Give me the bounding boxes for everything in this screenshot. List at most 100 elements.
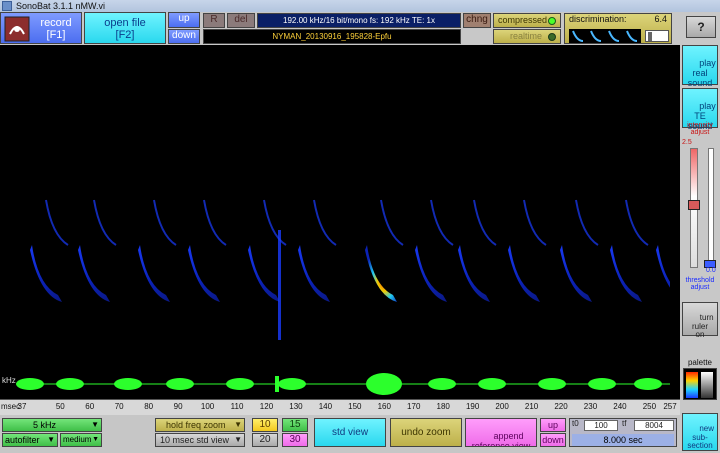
realtime-toggle[interactable]: realtime [493, 29, 561, 44]
harmonic-trace [625, 199, 649, 246]
tf-field[interactable]: 8004 [634, 420, 674, 431]
record-button[interactable]: record [F1] [0, 12, 82, 44]
turn-ruler-on-button[interactable]: turn ruler on [682, 302, 718, 339]
hold-freq-zoom-select[interactable]: hold freq zoom ▼ [155, 418, 245, 432]
palette-icon[interactable] [683, 368, 717, 400]
append-reference-label: append reference view [471, 430, 531, 447]
zoom-30-label: 30 [289, 434, 301, 445]
up-button[interactable]: up [168, 12, 200, 28]
compressed-toggle[interactable]: compressed [493, 13, 561, 28]
spectrogram-plot[interactable] [22, 50, 670, 412]
help-label: ? [697, 20, 705, 34]
x-tick-label: 60 [85, 402, 95, 411]
envelope-blob [114, 378, 142, 390]
harmonic-trace [473, 199, 497, 246]
envelope-blob [56, 378, 84, 390]
x-tick-label: 257 [663, 402, 677, 411]
freq-scale-select[interactable]: 5 kHz ▼ [2, 418, 102, 432]
time-range-panel: t0 100 tf 8004 8.000 sec [569, 418, 677, 447]
zoom-20-label: 20 [259, 434, 271, 445]
t0-field[interactable]: 100 [584, 420, 618, 431]
duration-display: 8.000 sec [572, 434, 674, 446]
r-button[interactable]: R [203, 13, 225, 28]
up-ref-button[interactable]: up [540, 418, 566, 432]
zoom-10-button[interactable]: 10 [252, 418, 278, 432]
envelope-blob [16, 378, 44, 390]
std-view-button[interactable]: std view [314, 418, 386, 447]
down-label: down [172, 30, 196, 41]
record-label: record [F1] [40, 17, 72, 42]
noise-column [278, 230, 281, 340]
slider-knob-icon[interactable] [688, 200, 700, 210]
intensity-max: 2.5 [682, 139, 692, 146]
chevron-down-icon: ▼ [234, 435, 242, 444]
undo-zoom-button[interactable]: undo zoom [390, 418, 462, 447]
up-label: up [178, 13, 190, 24]
spectrogram-panel[interactable] [0, 45, 680, 405]
bat-call-pulse [298, 245, 330, 302]
x-tick-label: 70 [114, 402, 124, 411]
r-label: R [210, 14, 218, 25]
threshold-value: 0.0 [706, 267, 716, 274]
autofilter-value: autofilter [5, 435, 40, 445]
x-tick-label: 90 [173, 402, 183, 411]
zoom-15-button[interactable]: 15 [282, 418, 308, 432]
t0-label: t0 [572, 419, 579, 428]
wave-icon[interactable] [569, 29, 641, 43]
zoom-15-label: 15 [289, 419, 301, 430]
del-button[interactable]: del [227, 13, 255, 28]
chevron-down-icon: ▼ [234, 420, 242, 429]
play-real-sound-button[interactable]: play real sound [682, 45, 718, 88]
bat-call-pulse [656, 245, 670, 288]
x-tick-label: 50 [55, 402, 65, 411]
autofilter-select[interactable]: autofilter ▼ [2, 433, 58, 447]
amplitude-envelope[interactable]: kHz [0, 372, 680, 397]
compressed-led-icon [548, 17, 556, 25]
chng-button[interactable]: chng [463, 13, 491, 28]
harmonic-trace [203, 199, 227, 246]
std-view-select[interactable]: 10 msec std view ▼ [155, 433, 245, 447]
help-button[interactable]: ? [686, 16, 716, 38]
chevron-down-icon: ▼ [47, 435, 55, 444]
app-icon [2, 1, 12, 11]
file-info-display: 192.00 kHz/16 bit/mono fs: 192 kHz TE: 1… [257, 13, 461, 28]
file-info-text: 192.00 kHz/16 bit/mono fs: 192 kHz TE: 1… [283, 16, 435, 25]
bat-call-pulse [560, 245, 592, 302]
x-tick-label: 160 [377, 402, 391, 411]
x-tick-label: 120 [259, 402, 274, 411]
bat-call-pulse [78, 245, 110, 302]
down-ref-label: down [542, 435, 564, 445]
down-ref-button[interactable]: down [540, 433, 566, 447]
bat-call-pulse [508, 245, 540, 302]
intensity-slider[interactable] [684, 148, 716, 268]
discrimination-panel: discrimination: 6.4 [564, 13, 672, 44]
harmonic-trace [153, 199, 177, 246]
append-reference-view-button[interactable]: append reference view [465, 418, 537, 447]
chevron-down-icon: ▼ [91, 420, 99, 429]
tf-label: tf [622, 419, 627, 428]
discrimination-slider[interactable] [645, 30, 669, 42]
zoom-20-button[interactable]: 20 [252, 433, 278, 447]
envelope-blob [366, 373, 402, 395]
open-file-button[interactable]: open file [F2] [84, 12, 166, 44]
new-subsection-button[interactable]: new sub- section [682, 413, 718, 451]
realtime-label: realtime [510, 31, 543, 41]
threshold-label: threshold adjust [685, 277, 715, 292]
envelope-blob [538, 378, 566, 390]
title-bar: SonoBat 3.1.1 nMW.vi [0, 0, 720, 12]
down-button[interactable]: down [168, 29, 200, 44]
up-ref-label: up [547, 420, 558, 430]
turn-ruler-label: turn ruler on [691, 312, 714, 340]
harmonic-trace [45, 199, 69, 246]
envelope-blob [634, 378, 662, 390]
filter-level-select[interactable]: medium ▼ [60, 433, 102, 447]
bat-call-pulse [458, 245, 490, 302]
discrimination-value: 6.4 [654, 14, 667, 24]
x-axis: msec 37 50 60 70 80 90 100 110 120 130 140 150 160 17… [0, 399, 680, 415]
bat-call-pulse [610, 245, 642, 302]
x-tick-label: 190 [465, 402, 480, 411]
bat-call-pulse [138, 245, 170, 302]
zoom-30-button[interactable]: 30 [282, 433, 308, 447]
envelope-blob [588, 378, 616, 390]
right-panel: ? play real sound play TE sound intensit… [680, 12, 720, 453]
